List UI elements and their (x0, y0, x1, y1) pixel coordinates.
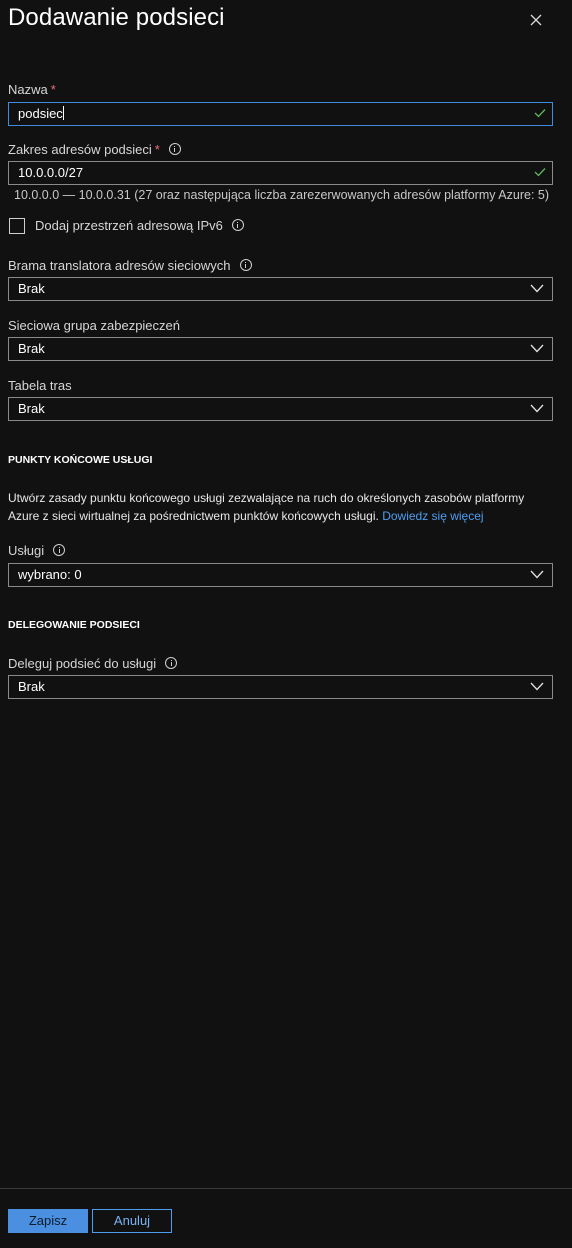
info-icon[interactable] (231, 219, 244, 231)
chevron-down-icon (530, 404, 544, 413)
cancel-button[interactable]: Anuluj (92, 1209, 172, 1233)
ipv6-label-text: Dodaj przestrzeń adresową IPv6 (35, 218, 223, 233)
ipv6-label: Dodaj przestrzeń adresową IPv6 (35, 218, 244, 233)
info-icon[interactable] (165, 657, 178, 669)
learn-more-link[interactable]: Dowiedz się więcej (382, 509, 483, 523)
delegation-value: Brak (18, 679, 45, 694)
name-value-text: podsiec (18, 106, 63, 121)
address-range-label-text: Zakres adresów podsieci (8, 142, 152, 157)
delegation-label-text: Deleguj podsieć do usługi (8, 656, 157, 671)
name-label-text: Nazwa (8, 82, 48, 97)
required-marker: * (50, 82, 56, 97)
ipv6-checkbox[interactable] (9, 218, 25, 234)
nat-gateway-value: Brak (18, 281, 45, 296)
delegation-dropdown[interactable]: Brak (8, 675, 553, 699)
address-range-value: 10.0.0.0/27 (18, 165, 84, 180)
nsg-label: Sieciowa grupa zabezpieczeń (8, 318, 180, 333)
nat-gateway-label-text: Brama translatora adresów sieciowych (8, 258, 231, 273)
service-endpoints-description: Utwórz zasady punktu końcowego usługi ze… (8, 489, 556, 525)
panel-title: Dodawanie podsieci (8, 4, 225, 31)
text-cursor (62, 106, 64, 120)
services-dropdown[interactable]: wybrano: 0 (8, 563, 553, 587)
name-input-value: podsiec (18, 106, 64, 121)
checkmark-icon (534, 168, 546, 177)
add-subnet-panel: Dodawanie podsieci Nazwa * podsiec Zakres… (0, 0, 572, 1248)
name-input[interactable]: podsiec (8, 102, 553, 126)
nsg-value: Brak (18, 341, 45, 356)
address-range-input[interactable]: 10.0.0.0/27 (8, 161, 553, 185)
route-table-value: Brak (18, 401, 45, 416)
chevron-down-icon (530, 570, 544, 579)
route-table-dropdown[interactable]: Brak (8, 397, 553, 421)
save-button[interactable]: Zapisz (8, 1209, 88, 1233)
chevron-down-icon (530, 344, 544, 353)
nat-gateway-label: Brama translatora adresów sieciowych (8, 258, 252, 273)
address-range-hint: 10.0.0.0 — 10.0.0.31 (27 oraz następując… (14, 188, 550, 202)
info-icon[interactable] (168, 143, 181, 155)
footer-divider (0, 1188, 572, 1189)
name-label: Nazwa * (8, 82, 56, 97)
info-icon[interactable] (53, 544, 66, 556)
nsg-dropdown[interactable]: Brak (8, 337, 553, 361)
chevron-down-icon (530, 284, 544, 293)
checkmark-icon (534, 109, 546, 118)
services-value: wybrano: 0 (18, 567, 82, 582)
delegation-heading: DELEGOWANIE PODSIECI (8, 619, 140, 631)
services-label-text: Usługi (8, 543, 45, 558)
chevron-down-icon (530, 682, 544, 691)
services-label: Usługi (8, 543, 66, 558)
route-table-label: Tabela tras (8, 378, 72, 393)
info-icon[interactable] (239, 259, 252, 271)
delegation-label: Deleguj podsieć do usługi (8, 656, 178, 671)
close-icon[interactable] (526, 10, 546, 30)
address-range-label: Zakres adresów podsieci * (8, 142, 181, 157)
service-endpoints-heading: PUNKTY KOŃCOWE USŁUGI (8, 454, 153, 466)
required-marker: * (154, 142, 160, 157)
nat-gateway-dropdown[interactable]: Brak (8, 277, 553, 301)
